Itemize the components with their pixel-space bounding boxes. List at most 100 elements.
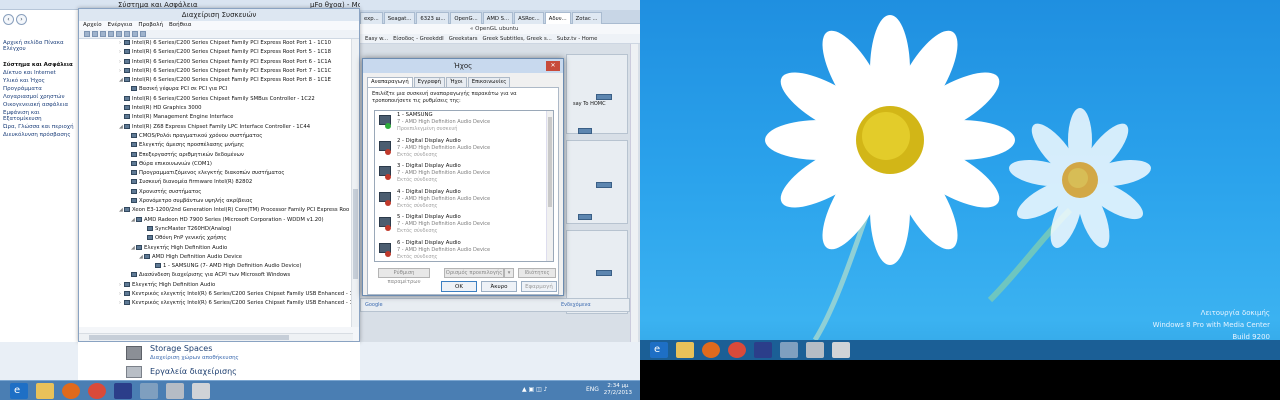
menu-file[interactable]: Αρχείο <box>83 22 102 28</box>
tree-item[interactable]: Βασική γέφυρα PCI σε PCI για PCI <box>79 85 353 94</box>
back-arrow-icon[interactable]: ‹ <box>3 14 14 25</box>
page-button[interactable] <box>578 214 592 220</box>
chrome-icon[interactable] <box>88 383 106 399</box>
tray-icons[interactable]: ▲ ▣ ◫ ♪ <box>522 386 548 393</box>
page-link[interactable]: Ενδεχόμενα <box>561 302 591 308</box>
device-row[interactable]: 4 - Digital Display Audio 7 - AMD High D… <box>375 188 553 214</box>
cp-nav-item-4[interactable]: Προγράμματα <box>0 85 79 93</box>
uninstall-icon[interactable] <box>140 31 146 37</box>
forward-arrow-icon[interactable]: › <box>16 14 27 25</box>
storage-spaces-sub[interactable]: Διαχείριση χώρων αποθήκευσης <box>150 355 239 361</box>
tree-item[interactable]: ◢ Ελεγκτής High Definition Audio <box>79 244 353 253</box>
tree-item[interactable]: › Intel(R) 6 Series/C200 Series Chipset F… <box>79 48 353 57</box>
configure-button[interactable]: Ρύθμιση παραμέτρων <box>378 268 430 285</box>
tree-item[interactable]: › Κεντρικός ελεγκτής Intel(R) 6 Series/C2… <box>79 299 353 308</box>
cp-nav-item-9[interactable]: Διευκόλυνση πρόσβασης <box>0 131 79 139</box>
control-panel-icon[interactable] <box>140 383 158 399</box>
device-row[interactable]: 3 - Digital Display Audio 7 - AMD High D… <box>375 162 553 188</box>
chrome-icon[interactable] <box>728 342 746 358</box>
device-manager-icon[interactable] <box>806 342 824 358</box>
tree-item[interactable]: Επεξεργαστής αριθμητικών δεδομένων <box>79 151 353 160</box>
forward-icon[interactable] <box>92 31 98 37</box>
language-indicator[interactable]: ENG <box>586 386 599 393</box>
tree-item[interactable]: › Intel(R) 6 Series/C200 Series Chipset F… <box>79 67 353 76</box>
cp-nav-item-3[interactable]: Υλικό και Ήχος <box>0 77 79 85</box>
update-driver-icon[interactable] <box>124 31 130 37</box>
device-row[interactable]: 1 - SAMSUNG 7 - AMD High Definition Audi… <box>375 111 553 137</box>
tree-item[interactable]: Συσκευή διανομέα firmware Intel(R) 82802 <box>79 178 353 187</box>
page-button[interactable] <box>596 270 612 276</box>
device-row[interactable]: 5 - Digital Display Audio 7 - AMD High D… <box>375 213 553 239</box>
tree-item[interactable]: 1 - SAMSUNG (7- AMD High Definition Audi… <box>79 262 353 271</box>
tree-item[interactable]: ◢ AMD Radeon HD 7900 Series (Microsoft Co… <box>79 216 353 225</box>
set-default-dropdown[interactable]: ▾ <box>504 268 514 278</box>
cp-nav-item-5[interactable]: Λογαριασμοί χρηστών <box>0 93 79 101</box>
explorer-icon[interactable] <box>676 342 694 358</box>
tree-item[interactable]: ◢ AMD High Definition Audio Device <box>79 253 353 262</box>
page-scrollbar[interactable] <box>630 44 638 342</box>
tree-item[interactable]: Ελεγκτής άμεσης προσπέλασης μνήμης <box>79 141 353 150</box>
control-panel-icon[interactable] <box>780 342 798 358</box>
tree-item[interactable]: › Intel(R) 6 Series/C200 Series Chipset F… <box>79 58 353 67</box>
properties-button[interactable]: Ιδιότητες <box>518 268 556 278</box>
menu-help[interactable]: Βοήθεια <box>169 22 191 28</box>
browser-tab[interactable]: Seagat... <box>383 12 416 24</box>
scan-icon[interactable] <box>116 31 122 37</box>
set-default-button[interactable]: Ορισμός προεπιλογής <box>444 268 504 278</box>
disable-icon[interactable] <box>132 31 138 37</box>
tree-item[interactable]: ◢ Intel(R) 6 Series/C200 Series Chipset F… <box>79 76 353 85</box>
menu-view[interactable]: Προβολή <box>138 22 163 28</box>
tree-item[interactable]: ◢ Xeon E3-1200/2nd Generation Intel(R) Co… <box>79 206 353 215</box>
properties-icon[interactable] <box>100 31 106 37</box>
page-button[interactable] <box>596 182 612 188</box>
browser-tab[interactable]: ASRoc... <box>514 12 544 24</box>
browser-tab[interactable]: OpenG... <box>450 12 482 24</box>
tree-item[interactable]: SyncMaster T260HD(Analog) <box>79 225 353 234</box>
url-bar[interactable]: « OpenGL ubuntu <box>360 24 640 34</box>
app-icon[interactable] <box>114 383 132 399</box>
device-tree-vscrollbar[interactable] <box>351 39 359 327</box>
tree-item[interactable]: Intel(R) HD Graphics 3000 <box>79 104 353 113</box>
tree-item[interactable]: Οθόνη PnP γενικής χρήσης <box>79 234 353 243</box>
tree-item[interactable]: Χρονόμετρο συμβάντων υψηλής ακρίβειας <box>79 197 353 206</box>
device-row[interactable]: 2 - Digital Display Audio 7 - AMD High D… <box>375 137 553 163</box>
device-manager-icon[interactable] <box>166 383 184 399</box>
bookmark-item[interactable]: Easy w... <box>365 36 388 42</box>
bookmark-item[interactable]: Subz.tv - Home <box>557 36 598 42</box>
storage-spaces-link[interactable]: Storage Spaces <box>150 344 212 353</box>
back-icon[interactable] <box>84 31 90 37</box>
ie-icon[interactable]: e <box>650 342 668 358</box>
sound-icon[interactable] <box>192 383 210 399</box>
page-link[interactable]: Google <box>365 302 383 308</box>
tab-sounds[interactable]: Ήχοι <box>446 77 467 87</box>
cp-nav-item-7[interactable]: Εμφάνιση και Εξατομίκευση <box>0 109 79 123</box>
cp-nav-item-6[interactable]: Οικογενειακή ασφάλεια <box>0 101 79 109</box>
tree-item[interactable]: › Κεντρικός ελεγκτής Intel(R) 6 Series/C2… <box>79 290 353 299</box>
browser-tab[interactable]: AMD S... <box>482 12 514 24</box>
browser-tab[interactable]: 6323 ш... <box>416 12 450 24</box>
tree-item[interactable]: Προγραμματιζόμενος ελεγκτής διακοπών συσ… <box>79 169 353 178</box>
cp-nav-item-8[interactable]: Ώρα, Γλώσσα και περιοχή <box>0 123 79 131</box>
app-icon[interactable] <box>754 342 772 358</box>
explorer-icon[interactable] <box>36 383 54 399</box>
bookmark-item[interactable]: Greek Subtitles, Greek s... <box>483 36 552 42</box>
help-icon[interactable] <box>108 31 114 37</box>
tab-recording[interactable]: Εγγραφή <box>413 77 445 87</box>
page-button[interactable] <box>578 128 592 134</box>
close-icon[interactable]: ✕ <box>546 61 560 71</box>
admin-tools-link[interactable]: Εργαλεία διαχείρισης <box>150 367 237 376</box>
scroll-thumb[interactable] <box>353 189 358 279</box>
tree-item[interactable]: Χρονιστής συστήματος <box>79 188 353 197</box>
tree-item[interactable]: › Ελεγκτής High Definition Audio <box>79 281 353 290</box>
apply-button[interactable]: Εφαρμογή <box>521 281 557 292</box>
scroll-thumb[interactable] <box>89 335 289 340</box>
browser-tab[interactable]: Zotac ... <box>571 12 602 24</box>
firefox-icon[interactable] <box>62 383 80 399</box>
firefox-icon[interactable] <box>702 342 720 358</box>
page-button[interactable] <box>596 94 612 100</box>
device-tree-hscrollbar[interactable] <box>79 333 353 341</box>
tree-item[interactable]: Intel(R) 6 Series/C200 Series Chipset Fa… <box>79 95 353 104</box>
bookmark-item[interactable]: Είσοδος - GreekddI <box>393 36 444 42</box>
device-list-scrollbar[interactable] <box>546 111 553 261</box>
tree-item[interactable]: Θύρα επικοινωνιών (COM1) <box>79 160 353 169</box>
